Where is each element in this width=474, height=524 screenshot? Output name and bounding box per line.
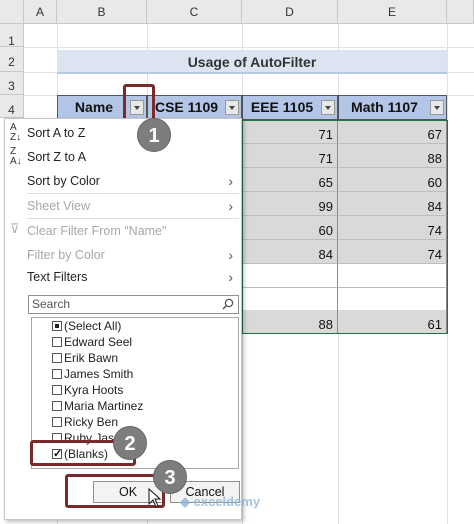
filter-dropdown-button[interactable] [430, 100, 444, 115]
list-item[interactable]: Edward Seel [32, 334, 238, 350]
header-cell-eee: EEE 1105 [242, 95, 338, 120]
chevron-right-icon: › [228, 198, 233, 214]
filter-dropdown-button[interactable] [225, 100, 239, 115]
table-title: Usage of AutoFilter [57, 50, 447, 74]
header-label: Name [74, 99, 114, 115]
list-item[interactable]: James Smith [32, 366, 238, 382]
header-cell-cse: CSE 1109 [147, 95, 242, 120]
column-header-f[interactable] [447, 0, 474, 24]
search-input[interactable]: Search [28, 295, 239, 314]
menu-label: Sort A to Z [27, 126, 86, 140]
step-badge-2: 2 [113, 426, 147, 460]
select-all-corner[interactable] [0, 0, 24, 24]
header-cell-math: Math 1107 [338, 95, 447, 120]
row-header-2[interactable]: 2 [0, 47, 24, 72]
menu-sheet-view: Sheet View › [5, 194, 241, 218]
column-header-a[interactable]: A [24, 0, 57, 24]
checkbox[interactable] [52, 369, 62, 379]
item-label: Ricky Ben [64, 415, 119, 429]
search-icon [222, 298, 234, 310]
checkbox[interactable] [52, 385, 62, 395]
item-label: Kyra Hoots [64, 383, 124, 397]
column-header-e[interactable]: E [338, 0, 447, 24]
list-item[interactable]: (Select All) [32, 318, 238, 334]
checkbox[interactable] [52, 321, 62, 331]
menu-label: Clear Filter From "Name" [27, 224, 167, 238]
row-header-3[interactable]: 3 [0, 72, 24, 95]
watermark-logo-icon: ◆ [180, 494, 194, 509]
header-label: EEE 1105 [250, 99, 314, 115]
column-header-b[interactable]: B [57, 0, 147, 24]
checkbox[interactable] [52, 337, 62, 347]
selection-border [242, 120, 448, 334]
list-item[interactable]: Maria Martinez [32, 398, 238, 414]
chevron-right-icon: › [228, 173, 233, 189]
menu-filter-by-color: Filter by Color › [5, 243, 241, 267]
header-label: Math 1107 [351, 99, 418, 115]
item-label: Erik Bawn [64, 351, 119, 365]
checkbox[interactable] [52, 417, 62, 427]
checkbox[interactable] [52, 353, 62, 363]
gridline [24, 47, 474, 48]
sort-descending-icon: Z A↓ [10, 146, 22, 167]
item-label: James Smith [64, 367, 134, 381]
menu-label: Text Filters [27, 270, 88, 284]
menu-sort-z-to-a[interactable]: Z A↓ Sort Z to A [5, 145, 241, 169]
column-header-c[interactable]: C [147, 0, 242, 24]
menu-label: Sort Z to A [27, 150, 87, 164]
step-badge-1: 1 [137, 118, 171, 152]
menu-label: Sheet View [27, 199, 91, 213]
clear-filter-icon: ⊽ [10, 221, 20, 236]
item-label: Maria Martinez [64, 399, 144, 413]
watermark: ◆ exceldemy [180, 494, 260, 510]
menu-sort-by-color[interactable]: Sort by Color › [5, 169, 241, 193]
menu-text-filters[interactable]: Text Filters › [5, 265, 241, 289]
menu-label: Filter by Color [27, 248, 105, 262]
menu-label: Sort by Color [27, 174, 100, 188]
watermark-text: exceldemy [193, 494, 261, 509]
checkbox[interactable] [52, 401, 62, 411]
row-header-4[interactable]: 4 [0, 95, 24, 118]
column-header-d[interactable]: D [242, 0, 338, 24]
menu-sort-a-to-z[interactable]: A Z↓ Sort A to Z [5, 121, 241, 145]
mouse-cursor-icon [148, 488, 162, 508]
list-item[interactable]: Kyra Hoots [32, 382, 238, 398]
item-label: Edward Seel [64, 335, 133, 349]
menu-clear-filter: ⊽ Clear Filter From "Name" [5, 219, 241, 243]
list-item[interactable]: Erik Bawn [32, 350, 238, 366]
row-header-1[interactable]: 1 [0, 24, 24, 48]
filter-dropdown-button[interactable] [321, 100, 335, 115]
search-placeholder: Search [32, 297, 71, 311]
item-label: (Select All) [64, 319, 122, 333]
chevron-right-icon: › [228, 247, 233, 263]
chevron-right-icon: › [228, 269, 233, 285]
header-label: CSE 1109 [154, 99, 219, 115]
sort-ascending-icon: A Z↓ [10, 122, 22, 143]
